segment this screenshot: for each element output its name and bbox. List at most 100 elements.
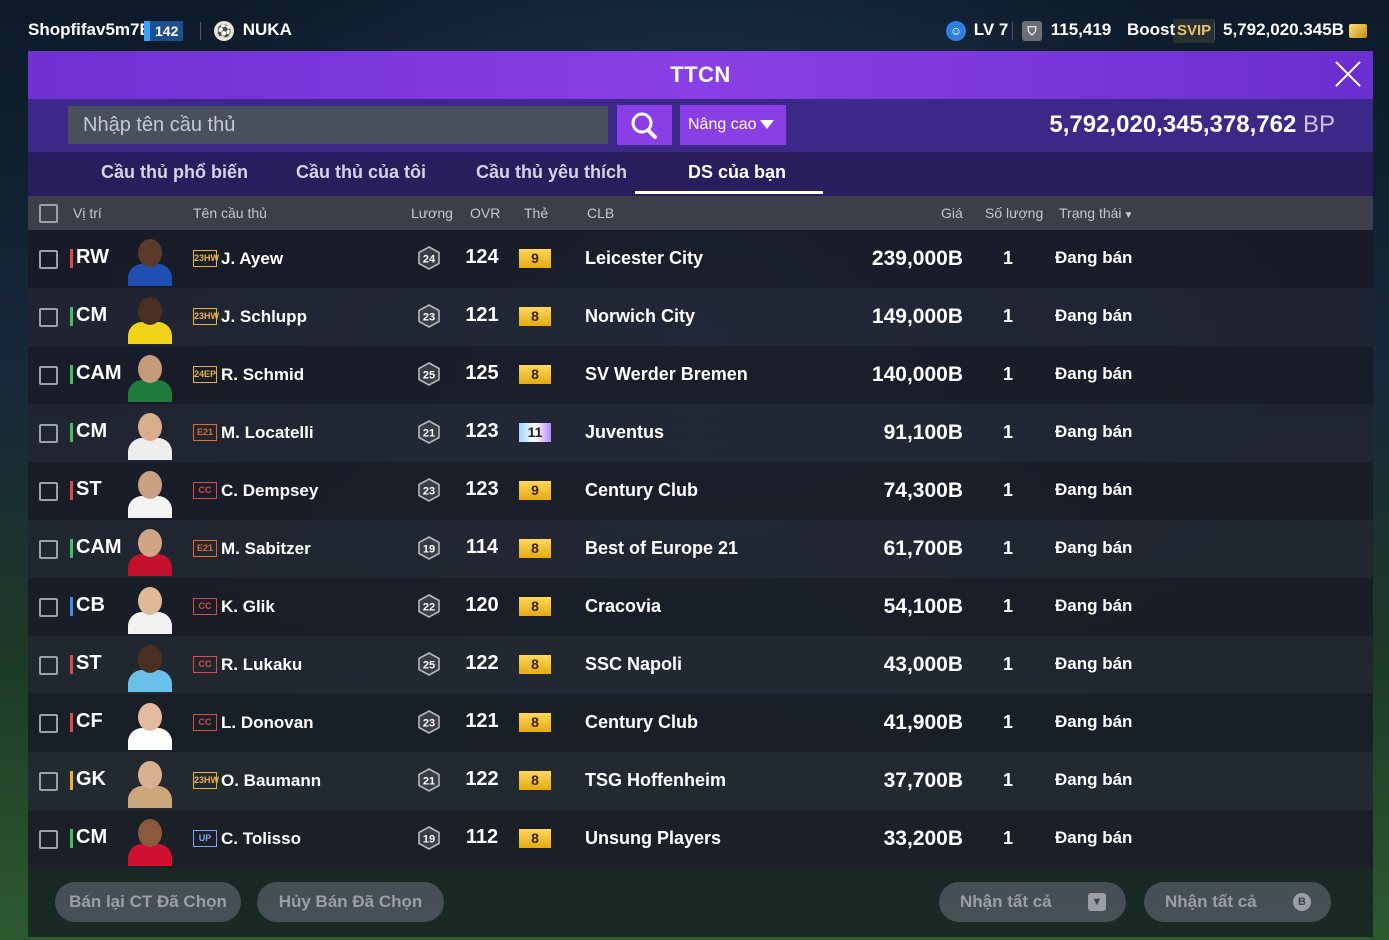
avatar-head	[138, 471, 162, 499]
player-price: 74,300B	[883, 479, 963, 502]
season-badge: CC	[193, 482, 217, 499]
sale-status: Đang bán	[1055, 422, 1133, 441]
season-badge: E21	[193, 424, 217, 441]
tab-favorite-players[interactable]: Cầu thủ yêu thích	[476, 162, 627, 183]
row-checkbox[interactable]	[39, 772, 58, 791]
window-header: TTCN	[28, 51, 1373, 99]
upgrade-grade-badge: 8	[519, 539, 551, 558]
row-checkbox[interactable]	[39, 656, 58, 675]
sale-status: Đang bán	[1055, 248, 1133, 267]
wage-value: 22	[423, 602, 435, 614]
balance-value: 5,792,020.345B	[1223, 20, 1344, 39]
player-club: Best of Europe 21	[585, 538, 739, 558]
table-row[interactable]: CAM 24EP R. Schmid 25 125 8 SV Werder Bremen 14…	[28, 346, 1373, 404]
wage-badge: 23	[418, 478, 440, 502]
upgrade-grade-badge: 8	[519, 771, 551, 790]
points-display: ⛉ 115,419	[1022, 18, 1111, 42]
tab-your-list[interactable]: DS của bạn	[688, 162, 786, 183]
player-quantity: 1	[1003, 306, 1014, 326]
wage-value: 21	[423, 776, 435, 788]
player-avatar	[124, 408, 176, 460]
table-row[interactable]: GK 23HW O. Baumann 21 122 8 TSG Hoffenheim 37,7…	[28, 752, 1373, 810]
player-avatar	[124, 350, 176, 402]
row-checkbox[interactable]	[39, 714, 58, 733]
table-header: Vị trí Tên cầu thủ Lương OVR Thẻ CLB Giá…	[28, 196, 1373, 230]
jersey-icon: ▼	[1088, 893, 1106, 911]
table-row[interactable]: CM UP C. Tolisso 19 112 8 Unsung Players 33,200…	[28, 810, 1373, 868]
player-position: CM	[70, 420, 107, 443]
player-price: 91,100B	[883, 421, 963, 444]
avatar-body	[128, 496, 172, 518]
col-wage[interactable]: Lương	[411, 205, 453, 221]
wage-badge: 25	[418, 362, 440, 386]
avatar-head	[138, 587, 162, 615]
col-status[interactable]: Trạng thái ▼	[1059, 205, 1133, 221]
avatar-body	[128, 264, 172, 286]
col-quantity[interactable]: Số lượng	[985, 205, 1043, 221]
table-row[interactable]: CF CC L. Donovan 23 121 8 Century Club 41,900B 1…	[28, 694, 1373, 752]
col-grade[interactable]: Thẻ	[524, 205, 548, 221]
row-checkbox[interactable]	[39, 308, 58, 327]
player-avatar	[124, 698, 176, 750]
smiley-face-icon: ☺	[946, 20, 966, 41]
team-crest-icon: ⚽	[214, 20, 234, 41]
tab-popular-players[interactable]: Cầu thủ phổ biến	[101, 162, 248, 183]
avatar-body	[128, 728, 172, 750]
resell-selected-button[interactable]: Bán lại CT Đã Chọn	[55, 882, 241, 922]
season-badge: CC	[193, 598, 217, 615]
table-row[interactable]: CAM E21 M. Sabitzer 19 114 8 Best of Europe 21…	[28, 520, 1373, 578]
receive-all-players-label: Nhận tất cả	[960, 892, 1052, 911]
level-text: LV 7	[973, 20, 1009, 39]
table-row[interactable]: CM 23HW J. Schlupp 23 121 8 Norwich City 149,00…	[28, 288, 1373, 346]
player-position: CF	[70, 710, 103, 733]
bp-unit: BP	[1302, 111, 1335, 138]
table-row[interactable]: CM E21 M. Locatelli 21 123 11 Juventus 91,100B 1…	[28, 404, 1373, 462]
sort-down-icon: ▼	[1123, 210, 1134, 221]
row-checkbox[interactable]	[39, 250, 58, 269]
window-title: TTCN	[670, 62, 731, 87]
row-checkbox[interactable]	[39, 424, 58, 443]
table-row[interactable]: RW 23HW J. Ayew 24 124 9 Leicester City 239,000…	[28, 230, 1373, 288]
table-row[interactable]: CB CC K. Glik 22 120 8 Cracovia 54,100B 1 Đang bá…	[28, 578, 1373, 636]
row-checkbox[interactable]	[39, 482, 58, 501]
table-row[interactable]: ST CC R. Lukaku 25 122 8 SSC Napoli 43,000B 1 Đan…	[28, 636, 1373, 694]
svip-badge[interactable]: SVIP	[1173, 18, 1216, 43]
wage-value: 25	[423, 660, 435, 672]
player-club: Century Club	[585, 480, 699, 500]
player-search-input[interactable]	[68, 106, 608, 144]
upgrade-grade-badge: 9	[519, 481, 551, 500]
row-checkbox[interactable]	[39, 830, 58, 849]
player-ovr: 120	[465, 594, 499, 616]
search-button[interactable]	[617, 105, 672, 145]
col-price[interactable]: Giá	[941, 205, 963, 221]
select-all-checkbox[interactable]	[39, 204, 58, 223]
player-avatar	[124, 524, 176, 576]
upgrade-grade-badge: 8	[519, 307, 551, 326]
sale-status: Đang bán	[1055, 596, 1133, 615]
row-checkbox[interactable]	[39, 540, 58, 559]
team-info[interactable]: ⚽ NUKA	[214, 18, 292, 42]
cancel-sale-selected-button[interactable]: Hủy Bán Đã Chọn	[257, 882, 444, 922]
player-name: M. Locatelli	[221, 423, 314, 442]
receive-all-players-button[interactable]: Nhận tất cả ▼	[939, 882, 1126, 922]
sale-status: Đang bán	[1055, 364, 1133, 383]
avatar-head	[138, 355, 162, 383]
row-checkbox[interactable]	[39, 366, 58, 385]
tab-bar: Cầu thủ phổ biến Cầu thủ của tôi Cầu thủ…	[28, 152, 1373, 196]
col-name[interactable]: Tên cầu thủ	[193, 205, 267, 221]
player-quantity: 1	[1003, 422, 1014, 442]
season-badge: 23HW	[193, 250, 219, 267]
col-ovr[interactable]: OVR	[470, 205, 500, 221]
row-checkbox[interactable]	[39, 598, 58, 617]
advanced-filter-dropdown[interactable]: Nâng cao	[680, 105, 786, 145]
col-club[interactable]: CLB	[587, 205, 614, 221]
col-position[interactable]: Vị trí	[73, 205, 102, 221]
close-x-icon[interactable]	[1331, 57, 1365, 91]
receive-all-bp-button[interactable]: Nhận tất cả B	[1144, 882, 1331, 922]
player-ovr: 114	[465, 536, 499, 558]
player-name: L. Donovan	[221, 713, 314, 732]
table-row[interactable]: ST CC C. Dempsey 23 123 9 Century Club 74,300B 1…	[28, 462, 1373, 520]
tab-my-players[interactable]: Cầu thủ của tôi	[296, 162, 426, 183]
player-avatar	[124, 292, 176, 344]
player-position: CM	[70, 304, 107, 327]
